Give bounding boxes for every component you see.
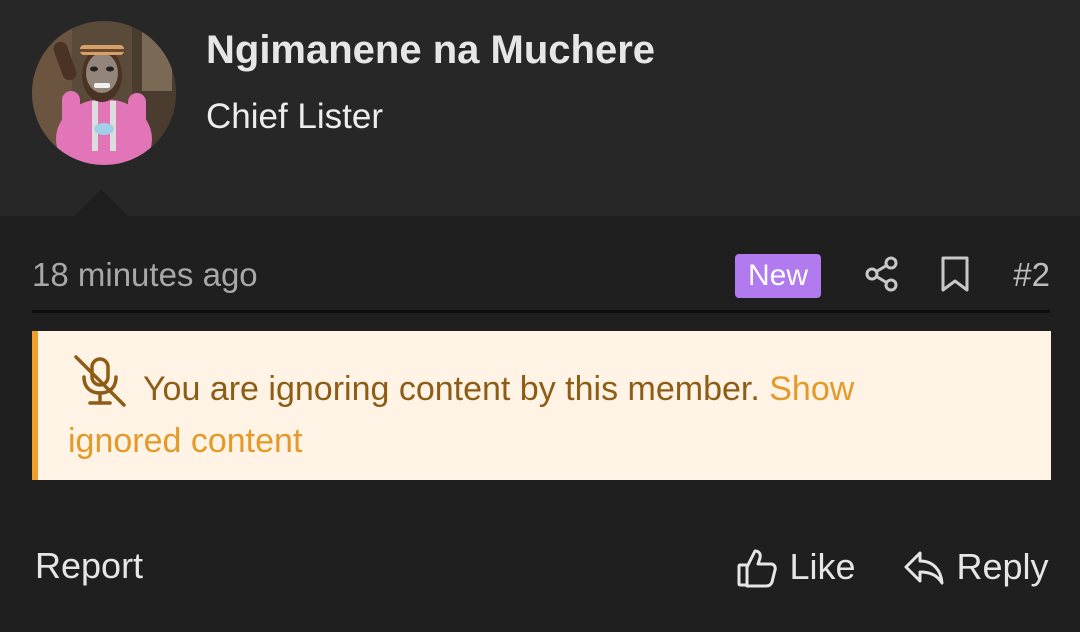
reply-button[interactable]: Reply [902,545,1049,591]
post-number-link[interactable]: #2 [1013,256,1050,294]
like-button[interactable]: Like [735,545,856,591]
ignored-content-notice: You are ignoring content by this member.… [32,331,1051,480]
reply-label: Reply [956,546,1049,587]
like-label: Like [789,546,856,587]
post-meta-row: 18 minutes ago New #2 [32,246,1050,313]
notice-text: You are ignoring content by this member.… [68,363,948,467]
report-button[interactable]: Report [35,545,143,587]
user-title: Chief Lister [206,97,384,136]
bookmark-icon[interactable] [935,254,975,294]
notice-message: You are ignoring content by this member. [143,370,760,408]
reply-arrow-icon [904,551,944,585]
share-icon[interactable] [862,254,902,294]
username[interactable]: Ngimanene na Muchere [206,28,655,73]
new-badge: New [735,254,822,298]
header-pointer [74,189,128,216]
user-header: Ngimanene na Muchere Chief Lister [0,0,1080,216]
thumbs-up-icon [737,549,777,588]
avatar[interactable] [32,21,176,165]
post-page: Ngimanene na Muchere Chief Lister 18 min… [0,0,1080,632]
post-timestamp[interactable]: 18 minutes ago [32,256,258,294]
